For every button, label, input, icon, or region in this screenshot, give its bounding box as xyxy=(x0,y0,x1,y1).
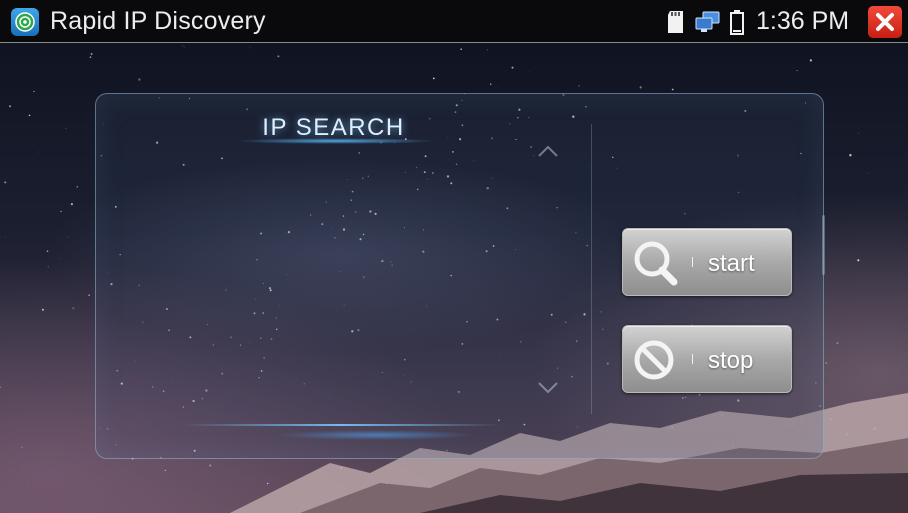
stop-icon xyxy=(634,340,674,380)
start-button-label: start xyxy=(708,250,755,277)
bottom-glow xyxy=(276,430,476,440)
battery-icon xyxy=(730,10,744,35)
chevron-down-icon[interactable] xyxy=(537,381,559,395)
search-icon xyxy=(634,241,678,286)
clock: 1:36 PM xyxy=(756,7,850,35)
close-icon xyxy=(876,13,894,31)
button-separator xyxy=(692,257,693,267)
app-logo-icon xyxy=(11,8,39,36)
close-button[interactable] xyxy=(868,6,902,38)
title-bar: Rapid IP Discovery 1:36 PM xyxy=(0,0,908,43)
app-title: Rapid IP Discovery xyxy=(50,7,266,35)
stop-button[interactable]: stop xyxy=(622,325,792,393)
button-separator xyxy=(692,354,693,364)
results-list[interactable] xyxy=(116,154,536,414)
title-underline xyxy=(236,138,436,144)
chevron-up-icon[interactable] xyxy=(537,144,559,158)
sd-card-icon xyxy=(668,11,683,33)
panel-side-marker xyxy=(822,215,825,275)
stop-button-label: stop xyxy=(708,347,754,374)
bottom-accent-line xyxy=(181,424,501,426)
start-button[interactable]: start xyxy=(622,228,792,296)
network-icon xyxy=(695,11,720,32)
main-content: IP SEARCH start stop xyxy=(0,43,908,513)
panel-divider xyxy=(591,124,592,414)
